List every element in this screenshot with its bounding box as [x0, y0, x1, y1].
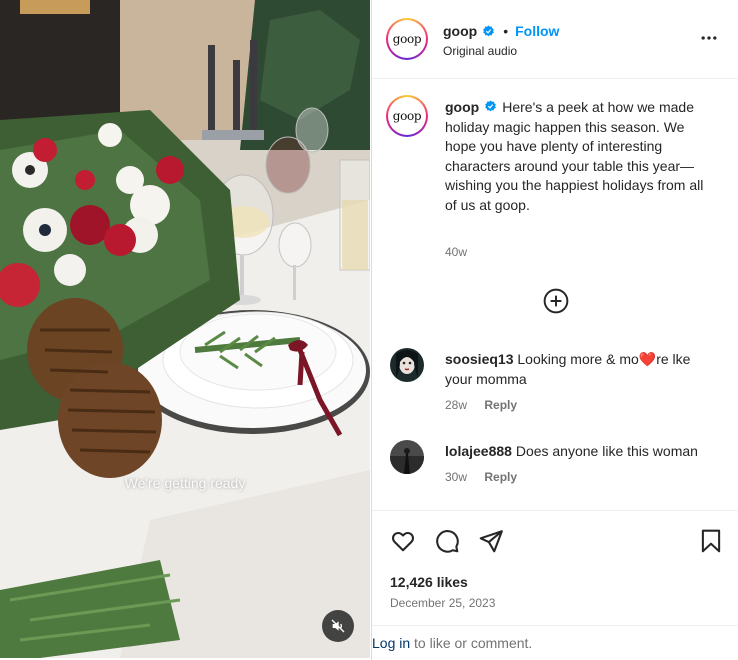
login-link[interactable]: Log in: [372, 635, 410, 651]
share-icon[interactable]: [478, 528, 504, 554]
author-avatar[interactable]: goop: [386, 18, 428, 60]
comment-text-block: lolajee888 Does anyone like this woman: [445, 441, 720, 461]
speaker-muted-icon: [331, 619, 345, 633]
commenter-avatar[interactable]: [390, 440, 424, 474]
avatar-logo-text: goop: [392, 109, 422, 123]
header-user-row: goop • Follow: [443, 23, 559, 39]
avatar-logo-text: goop: [392, 32, 422, 46]
mute-button[interactable]: [322, 610, 354, 642]
caption-timestamp[interactable]: 40w: [445, 245, 467, 259]
verified-badge-icon: [483, 25, 495, 36]
commenter-avatar[interactable]: [390, 348, 424, 382]
follow-button[interactable]: Follow: [515, 23, 559, 39]
comment-body-part: Looking more & mo: [517, 351, 639, 367]
comment-text-block: soosieq13 Looking more & mo❤️re lke your…: [445, 349, 720, 389]
comment-timestamp[interactable]: 28w: [445, 398, 467, 412]
heart-icon[interactable]: [390, 528, 416, 554]
caption-body: Here's a peek at how we made holiday mag…: [445, 99, 704, 213]
caption-text-block: goop Here's a peek at how we made holida…: [445, 98, 717, 216]
caption-username[interactable]: goop: [445, 99, 479, 115]
author-username[interactable]: goop: [443, 23, 477, 39]
post-actions: 12,426 likes December 25, 2023: [372, 510, 738, 625]
header-separator: •: [503, 23, 509, 39]
avatar-image: [390, 440, 424, 474]
comment-meta: 28w Reply: [445, 398, 517, 412]
post-details-panel: goop goop • Follow Original audio goop g…: [371, 0, 738, 660]
post-header: goop goop • Follow Original audio: [372, 0, 738, 79]
post-video-frame: [0, 0, 370, 658]
comment-icon[interactable]: [434, 528, 460, 554]
commenter-username[interactable]: lolajee888: [445, 443, 512, 459]
reply-button[interactable]: Reply: [484, 398, 517, 412]
like-count[interactable]: 12,426 likes: [390, 574, 468, 590]
heart-emoji: ❤️: [638, 351, 657, 367]
avatar-image: [390, 348, 424, 382]
comment-meta: 30w Reply: [445, 470, 517, 484]
reply-button[interactable]: Reply: [484, 470, 517, 484]
post-media[interactable]: We're getting ready: [0, 0, 370, 658]
login-prompt: Log in to like or comment.: [372, 625, 738, 660]
verified-badge-icon: [485, 100, 497, 112]
post-date[interactable]: December 25, 2023: [390, 596, 495, 610]
caption-author-avatar[interactable]: goop: [386, 95, 428, 137]
comment-timestamp[interactable]: 30w: [445, 470, 467, 484]
plus-circle-icon[interactable]: [543, 288, 569, 314]
audio-label[interactable]: Original audio: [443, 44, 517, 58]
more-horizontal-icon[interactable]: [699, 28, 719, 48]
video-caption-overlay: We're getting ready: [124, 475, 246, 491]
comment-body: Does anyone like this woman: [515, 443, 698, 459]
login-prompt-text: to like or comment.: [410, 635, 533, 651]
commenter-username[interactable]: soosieq13: [445, 351, 513, 367]
bookmark-icon[interactable]: [698, 528, 724, 554]
